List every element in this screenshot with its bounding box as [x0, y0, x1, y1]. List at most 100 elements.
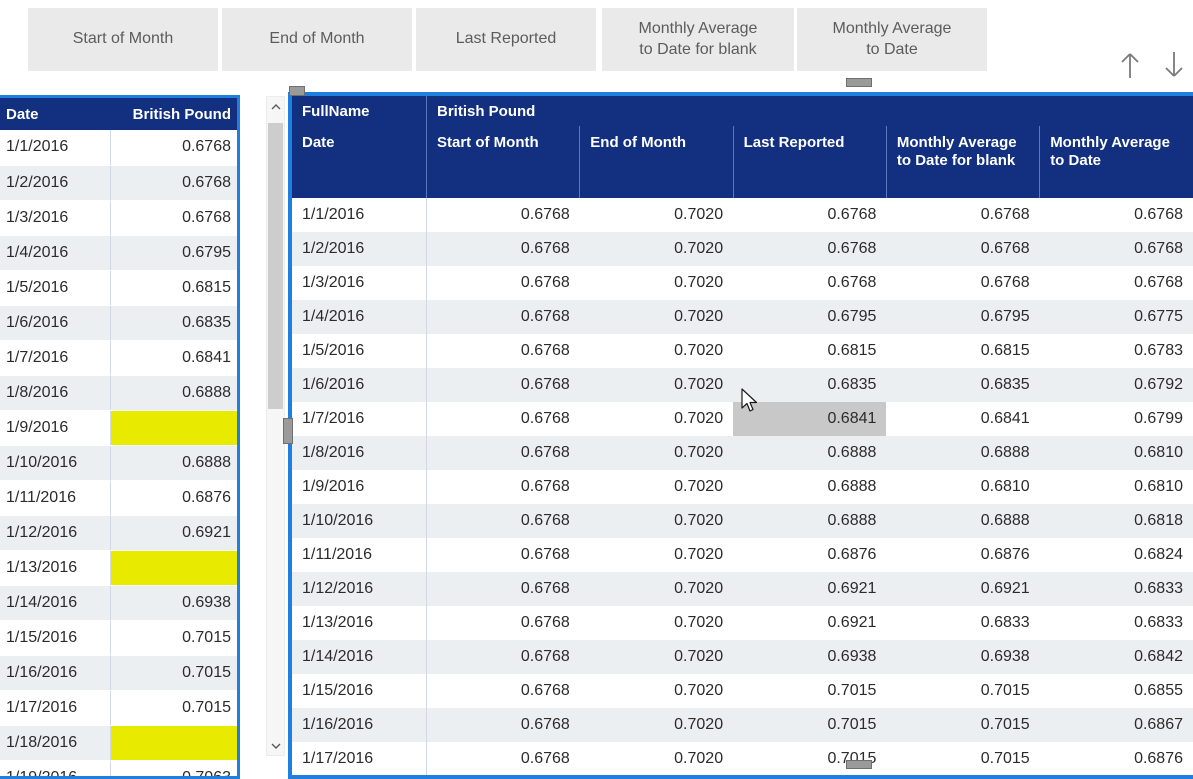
- left-col-header-british-pound[interactable]: British Pound: [110, 98, 237, 130]
- left-cell-value[interactable]: 0.6888: [109, 375, 237, 411]
- left-cell-date[interactable]: 1/4/2016: [0, 235, 110, 271]
- left-cell-value[interactable]: 0.6815: [109, 270, 237, 306]
- right-table-row[interactable]: 1/3/2016 0.6768 0.7020 0.6768 0.6768 0.6768: [292, 266, 1193, 300]
- resize-handle-middle-left[interactable]: [283, 418, 293, 444]
- right-cell-start-of-month[interactable]: 0.6768: [427, 674, 580, 708]
- right-cell-date[interactable]: 1/1/2016: [292, 198, 427, 232]
- left-cell-date[interactable]: 1/7/2016: [0, 340, 110, 376]
- left-table-row[interactable]: 1/12/2016 0.6921: [0, 515, 237, 551]
- left-cell-date[interactable]: 1/16/2016: [0, 655, 110, 691]
- right-table-row[interactable]: 1/11/2016 0.6768 0.7020 0.6876 0.6876 0.6824: [292, 538, 1193, 572]
- left-cell-date[interactable]: 1/12/2016: [0, 515, 110, 551]
- right-col-header-last-reported[interactable]: Last Reported: [733, 126, 887, 198]
- left-table-row[interactable]: 1/17/2016 0.7015: [0, 690, 237, 726]
- right-table-row[interactable]: 1/16/2016 0.6768 0.7020 0.7015 0.7015 0.6867: [292, 708, 1193, 742]
- scrollbar-thumb[interactable]: [268, 123, 283, 409]
- left-cell-value[interactable]: 0.6876: [109, 480, 237, 516]
- left-cell-value[interactable]: 0.6768: [109, 165, 237, 201]
- right-cell-monthly-average-to-date-for-blank[interactable]: 0.6795: [886, 300, 1040, 334]
- right-cell-monthly-average-to-date-for-blank[interactable]: 0.6888: [886, 504, 1040, 538]
- right-cell-end-of-month[interactable]: 0.7020: [579, 504, 734, 538]
- left-cell-value[interactable]: 0.7015: [109, 620, 237, 656]
- left-cell-value-blank[interactable]: [109, 550, 237, 586]
- right-header-fullname[interactable]: FullName: [292, 96, 427, 126]
- left-cell-value[interactable]: 0.7063: [109, 760, 237, 776]
- right-cell-end-of-month[interactable]: 0.7020: [580, 538, 733, 572]
- right-cell-monthly-average-to-date[interactable]: 0.6768: [1040, 266, 1193, 300]
- right-cell-monthly-average-to-date[interactable]: 0.6824: [1040, 538, 1193, 572]
- left-cell-date[interactable]: 1/19/2016: [0, 760, 110, 776]
- right-cell-end-of-month[interactable]: 0.7020: [580, 198, 733, 232]
- left-cell-date[interactable]: 1/14/2016: [0, 585, 110, 621]
- right-cell-start-of-month[interactable]: 0.6768: [426, 300, 580, 334]
- right-table-row[interactable]: 1/2/2016 0.6768 0.7020 0.6768 0.6768 0.6768: [292, 232, 1193, 266]
- right-table-row[interactable]: 1/17/2016 0.6768 0.7020 0.7015 0.7015 0.6876: [292, 742, 1193, 775]
- right-cell-end-of-month[interactable]: 0.7020: [579, 572, 734, 606]
- left-cell-value[interactable]: 0.6938: [109, 585, 237, 621]
- right-table-row[interactable]: 1/13/2016 0.6768 0.7020 0.6921 0.6833 0.6833: [292, 606, 1193, 640]
- right-cell-start-of-month[interactable]: 0.6768: [427, 742, 580, 775]
- right-cell-monthly-average-to-date[interactable]: 0.6775: [1039, 300, 1193, 334]
- right-cell-start-of-month[interactable]: 0.6768: [427, 334, 580, 368]
- right-cell-last-reported[interactable]: 0.6768: [733, 198, 886, 232]
- left-table-row[interactable]: 1/19/2016 0.7063: [0, 760, 237, 776]
- right-table-row[interactable]: 1/7/2016 0.6768 0.7020 0.6841 0.6841 0.6799: [292, 402, 1193, 436]
- right-cell-last-reported[interactable]: 0.6835: [733, 368, 887, 402]
- left-cell-value[interactable]: 0.7015: [109, 655, 237, 691]
- left-table-row[interactable]: 1/16/2016 0.7015: [0, 655, 237, 691]
- left-cell-value-blank[interactable]: [109, 410, 237, 446]
- right-cell-end-of-month[interactable]: 0.7020: [579, 640, 734, 674]
- left-cell-value[interactable]: 0.6835: [109, 305, 237, 341]
- right-cell-end-of-month[interactable]: 0.7020: [579, 232, 734, 266]
- right-cell-end-of-month[interactable]: 0.7020: [580, 402, 733, 436]
- right-cell-start-of-month[interactable]: 0.6768: [427, 198, 580, 232]
- left-cell-value-blank[interactable]: [109, 725, 237, 761]
- right-cell-last-reported[interactable]: 0.6938: [733, 640, 887, 674]
- right-header-british-pound[interactable]: British Pound: [426, 96, 1193, 126]
- right-cell-last-reported[interactable]: 0.6876: [733, 538, 886, 572]
- measure-button-2[interactable]: Last Reported: [416, 8, 596, 71]
- right-cell-start-of-month[interactable]: 0.6768: [426, 436, 580, 470]
- right-cell-start-of-month[interactable]: 0.6768: [427, 402, 580, 436]
- resize-handle-bottom-middle[interactable]: [846, 760, 872, 769]
- right-cell-monthly-average-to-date[interactable]: 0.6799: [1040, 402, 1193, 436]
- left-cell-value[interactable]: 0.6841: [109, 340, 237, 376]
- right-table-row[interactable]: 1/4/2016 0.6768 0.7020 0.6795 0.6795 0.6775: [292, 300, 1193, 334]
- arrow-down-icon[interactable]: [1161, 50, 1187, 80]
- left-table-row[interactable]: 1/2/2016 0.6768: [0, 165, 237, 201]
- right-table-row[interactable]: 1/15/2016 0.6768 0.7020 0.7015 0.7015 0.6855: [292, 674, 1193, 708]
- measure-button-3[interactable]: Monthly Average to Date for blank: [602, 8, 794, 71]
- right-cell-date[interactable]: 1/6/2016: [292, 368, 427, 402]
- right-cell-start-of-month[interactable]: 0.6768: [427, 606, 580, 640]
- right-matrix-table[interactable]: FullName British Pound Date Start of Mon…: [288, 92, 1193, 779]
- right-cell-monthly-average-to-date[interactable]: 0.6833: [1040, 606, 1193, 640]
- right-cell-date[interactable]: 1/12/2016: [292, 572, 427, 606]
- right-table-row[interactable]: 1/8/2016 0.6768 0.7020 0.6888 0.6888 0.6810: [292, 436, 1193, 470]
- right-table-row[interactable]: 1/10/2016 0.6768 0.7020 0.6888 0.6888 0.6818: [292, 504, 1193, 538]
- right-cell-date[interactable]: 1/4/2016: [292, 300, 427, 334]
- right-table-row[interactable]: 1/6/2016 0.6768 0.7020 0.6835 0.6835 0.6792: [292, 368, 1193, 402]
- right-cell-monthly-average-to-date[interactable]: 0.6792: [1039, 368, 1193, 402]
- right-cell-end-of-month[interactable]: 0.7020: [579, 436, 734, 470]
- left-cell-date[interactable]: 1/11/2016: [0, 480, 110, 516]
- right-cell-last-reported[interactable]: 0.6888: [733, 436, 887, 470]
- right-cell-monthly-average-to-date[interactable]: 0.6818: [1039, 504, 1193, 538]
- left-cell-date[interactable]: 1/6/2016: [0, 305, 110, 341]
- left-table-row[interactable]: 1/4/2016 0.6795: [0, 235, 237, 271]
- right-cell-start-of-month[interactable]: 0.6768: [426, 640, 580, 674]
- left-cell-date[interactable]: 1/15/2016: [0, 620, 110, 656]
- left-cell-value[interactable]: 0.7015: [109, 690, 237, 726]
- right-cell-end-of-month[interactable]: 0.7020: [580, 742, 733, 775]
- left-table-row[interactable]: 1/5/2016 0.6815: [0, 270, 237, 306]
- right-cell-date[interactable]: 1/17/2016: [292, 742, 427, 775]
- left-cell-date[interactable]: 1/1/2016: [0, 130, 110, 166]
- right-cell-date[interactable]: 1/3/2016: [292, 266, 427, 300]
- right-cell-start-of-month[interactable]: 0.6768: [427, 266, 580, 300]
- right-cell-date[interactable]: 1/16/2016: [292, 708, 427, 742]
- left-cell-date[interactable]: 1/2/2016: [0, 165, 110, 201]
- right-cell-monthly-average-to-date-for-blank[interactable]: 0.6876: [886, 538, 1039, 572]
- right-cell-monthly-average-to-date[interactable]: 0.6833: [1039, 572, 1193, 606]
- left-table-row[interactable]: 1/7/2016 0.6841: [0, 340, 237, 376]
- right-cell-monthly-average-to-date-for-blank[interactable]: 0.6833: [886, 606, 1039, 640]
- left-table-row[interactable]: 1/14/2016 0.6938: [0, 585, 237, 621]
